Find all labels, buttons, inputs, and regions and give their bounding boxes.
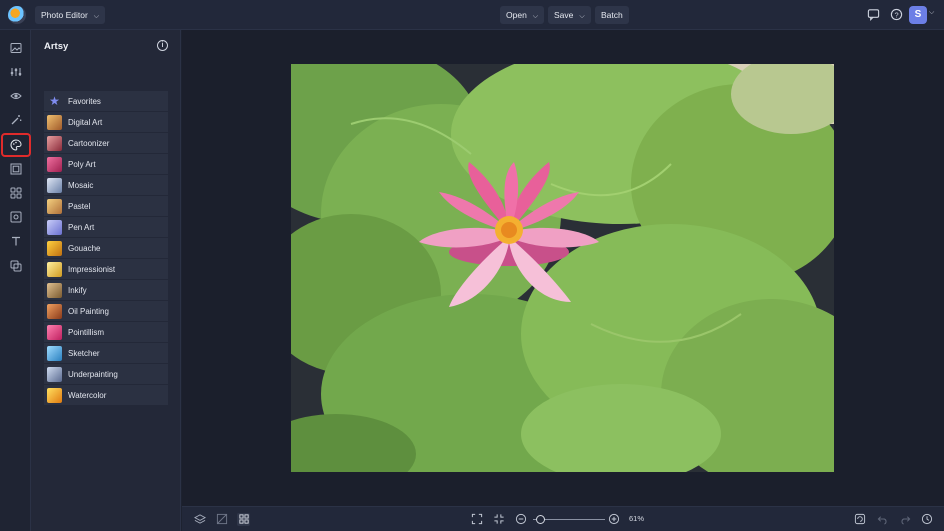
effect-item-digital-art[interactable]: Digital Art — [44, 112, 168, 133]
zoom-in-icon[interactable] — [607, 513, 620, 526]
effect-thumbnail — [47, 219, 62, 235]
effect-thumbnail — [47, 135, 62, 151]
comment-icon[interactable] — [866, 8, 880, 22]
effect-label: Poly Art — [68, 159, 96, 169]
effect-item-favorites[interactable]: ★ Favorites — [44, 91, 168, 112]
frame-icon[interactable] — [6, 159, 25, 178]
effect-label: Mosaic — [68, 180, 94, 190]
effect-label: Watercolor — [68, 390, 107, 400]
effect-label: Gouache — [68, 243, 101, 253]
effect-thumbnail — [47, 261, 62, 277]
user-avatar[interactable]: S — [909, 6, 927, 24]
effect-thumbnail — [47, 366, 62, 382]
effect-label: Pointillism — [68, 327, 105, 337]
info-icon[interactable]: i — [157, 40, 168, 51]
artsy-palette-icon[interactable] — [1, 133, 31, 157]
open-label: Open — [506, 10, 527, 20]
mode-dropdown[interactable]: Photo Editor ⌵ — [35, 6, 106, 24]
save-button[interactable]: Save ⌵ — [548, 6, 591, 24]
help-icon[interactable]: ? — [889, 8, 903, 22]
adjustments-icon[interactable] — [6, 62, 25, 81]
effect-label: Impressionist — [68, 264, 116, 274]
image-icon[interactable] — [6, 38, 25, 57]
effect-thumbnail — [47, 303, 62, 319]
effect-thumbnail — [47, 177, 62, 193]
effect-item-poly-art[interactable]: Poly Art — [44, 154, 168, 175]
batch-button[interactable]: Batch — [595, 6, 629, 24]
effect-item-gouache[interactable]: Gouache — [44, 238, 168, 259]
bottom-toolbar: 61% — [182, 506, 944, 531]
effect-item-cartoonizer[interactable]: Cartoonizer — [44, 133, 168, 154]
svg-text:?: ? — [894, 10, 898, 19]
tool-rail — [0, 30, 31, 531]
reset-icon[interactable] — [853, 513, 866, 526]
photo-illustration — [291, 64, 834, 472]
effect-item-sketcher[interactable]: Sketcher — [44, 343, 168, 364]
actual-size-icon[interactable] — [492, 513, 505, 526]
eye-icon[interactable] — [6, 86, 25, 105]
effect-label: Oil Painting — [68, 306, 109, 316]
editor-canvas — [182, 30, 944, 506]
effect-label: Digital Art — [68, 117, 103, 127]
effect-item-inkify[interactable]: Inkify — [44, 280, 168, 301]
effect-item-watercolor[interactable]: Watercolor — [44, 385, 168, 406]
batch-label: Batch — [601, 10, 623, 20]
effect-thumbnail — [47, 345, 62, 361]
zoom-slider-handle[interactable] — [536, 515, 545, 524]
app-logo-icon[interactable] — [8, 6, 26, 24]
artsy-panel: Artsy i ★ Favorites Digital Art Cartooni… — [31, 30, 181, 531]
effect-label: Pen Art — [68, 222, 95, 232]
history-icon[interactable] — [920, 513, 933, 526]
undo-icon[interactable] — [876, 513, 889, 526]
effect-label: Inkify — [68, 285, 87, 295]
magic-wand-icon[interactable] — [6, 110, 25, 129]
effect-item-underpainting[interactable]: Underpainting — [44, 364, 168, 385]
save-label: Save — [554, 10, 574, 20]
effect-item-mosaic[interactable]: Mosaic — [44, 175, 168, 196]
overlay-icon[interactable] — [6, 256, 25, 275]
top-bar: Photo Editor ⌵ Open ⌵ Save ⌵ Batch ? S ⌵ — [0, 0, 944, 30]
chevron-down-icon: ⌵ — [532, 13, 539, 20]
effect-label: Underpainting — [68, 369, 118, 379]
fit-screen-icon[interactable] — [470, 513, 483, 526]
chevron-down-icon: ⌵ — [93, 13, 100, 20]
compare-icon[interactable] — [215, 513, 228, 526]
artsy-effects-list: ★ Favorites Digital Art Cartoonizer Poly… — [44, 91, 168, 406]
star-icon: ★ — [49, 93, 60, 108]
effect-item-impressionist[interactable]: Impressionist — [44, 259, 168, 280]
layers-icon[interactable] — [193, 513, 206, 526]
grid-view-icon[interactable] — [237, 513, 250, 526]
effect-thumbnail — [47, 198, 62, 214]
effect-thumbnail — [47, 156, 62, 172]
zoom-out-icon[interactable] — [514, 513, 527, 526]
mode-label: Photo Editor — [41, 10, 88, 20]
redo-icon[interactable] — [898, 513, 911, 526]
effect-thumbnail — [47, 324, 62, 340]
effect-item-pastel[interactable]: Pastel — [44, 196, 168, 217]
chevron-down-icon[interactable]: ⌵ — [929, 9, 934, 17]
effect-thumbnail — [47, 282, 62, 298]
panel-title: Artsy — [44, 41, 69, 52]
open-button[interactable]: Open ⌵ — [500, 6, 545, 24]
effect-item-pen-art[interactable]: Pen Art — [44, 217, 168, 238]
textures-icon[interactable] — [6, 207, 25, 226]
chevron-down-icon: ⌵ — [579, 13, 585, 20]
text-icon[interactable] — [6, 231, 25, 250]
effect-thumbnail — [47, 114, 62, 130]
graphics-icon[interactable] — [6, 183, 25, 202]
effect-label: Sketcher — [68, 348, 100, 358]
effect-item-oil-painting[interactable]: Oil Painting — [44, 301, 168, 322]
effect-label: Pastel — [68, 201, 91, 211]
effect-thumbnail — [47, 387, 62, 403]
effect-item-pointillism[interactable]: Pointillism — [44, 322, 168, 343]
zoom-level[interactable]: 61% — [629, 514, 644, 523]
effect-label: Cartoonizer — [68, 138, 110, 148]
effect-thumbnail — [47, 240, 62, 256]
effect-label: Favorites — [68, 96, 101, 106]
water-lily-photo[interactable] — [291, 64, 834, 472]
